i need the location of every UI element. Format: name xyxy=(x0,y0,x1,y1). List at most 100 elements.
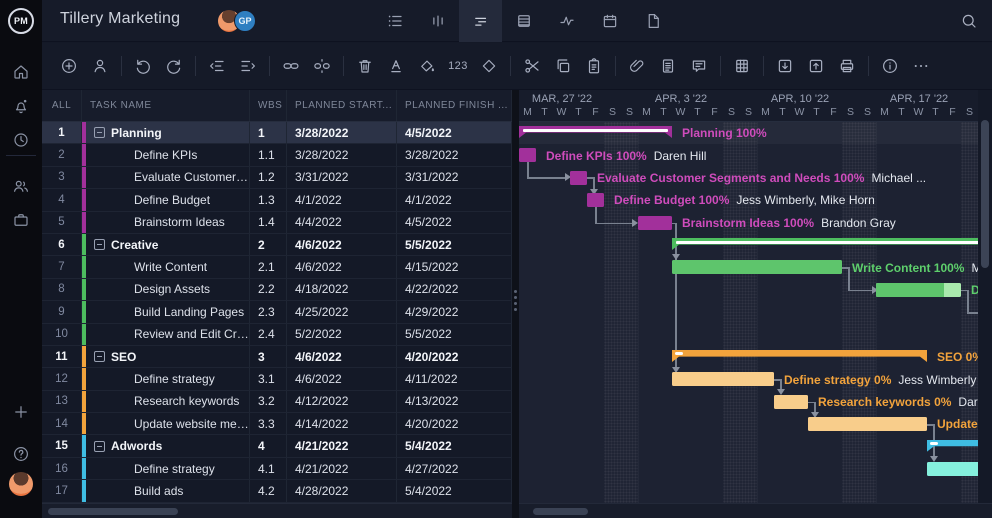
gantt-task-bar[interactable] xyxy=(519,148,536,162)
view-tab-activity[interactable] xyxy=(545,0,588,42)
planned-start-cell[interactable]: 4/14/2022 xyxy=(287,413,397,434)
text-format-button[interactable] xyxy=(383,53,409,79)
cut-button[interactable] xyxy=(519,53,545,79)
task-name-cell[interactable]: Define strategy xyxy=(82,458,250,479)
table-row[interactable]: 7Write Content2.14/6/20224/15/2022 xyxy=(42,256,512,278)
task-name-cell[interactable]: SEO xyxy=(82,346,250,367)
gantt-hscroll-thumb[interactable] xyxy=(533,508,588,515)
columns-button[interactable] xyxy=(729,53,755,79)
planned-start-cell[interactable]: 4/21/2022 xyxy=(287,435,397,456)
gantt-vscroll-thumb[interactable] xyxy=(981,120,989,268)
undo-button[interactable] xyxy=(130,53,156,79)
task-name-cell[interactable]: Define strategy xyxy=(82,368,250,389)
sidebar-add-button[interactable] xyxy=(0,398,42,426)
task-name-cell[interactable]: Build ads xyxy=(82,480,250,501)
collapse-toggle-icon[interactable] xyxy=(94,351,105,362)
delete-button[interactable] xyxy=(352,53,378,79)
gantt-task-bar[interactable] xyxy=(672,372,774,386)
table-row[interactable]: 9Build Landing Pages2.34/25/20224/29/202… xyxy=(42,301,512,323)
view-tab-calendar[interactable] xyxy=(588,0,631,42)
paste-button[interactable] xyxy=(581,53,607,79)
planned-finish-cell[interactable]: 4/20/2022 xyxy=(397,413,512,434)
planned-start-cell[interactable]: 4/25/2022 xyxy=(287,301,397,322)
table-row[interactable]: 1Planning13/28/20224/5/2022 xyxy=(42,122,512,144)
planned-start-cell[interactable]: 4/6/2022 xyxy=(287,346,397,367)
planned-start-cell[interactable]: 3/28/2022 xyxy=(287,122,397,143)
table-row[interactable]: 15Adwords44/21/20225/4/2022 xyxy=(42,435,512,457)
task-name-cell[interactable]: Design Assets xyxy=(82,279,250,300)
redo-button[interactable] xyxy=(161,53,187,79)
view-tab-list[interactable] xyxy=(373,0,416,42)
indent-button[interactable] xyxy=(235,53,261,79)
task-name-cell[interactable]: Define Budget xyxy=(82,189,250,210)
sidebar-notifications-icon[interactable] xyxy=(0,92,42,120)
table-row[interactable]: 5Brainstorm Ideas1.44/4/20224/5/2022 xyxy=(42,212,512,234)
task-name-cell[interactable]: Build Landing Pages xyxy=(82,301,250,322)
task-name-cell[interactable]: Write Content xyxy=(82,256,250,277)
view-tab-sheet[interactable] xyxy=(502,0,545,42)
collapse-toggle-icon[interactable] xyxy=(94,441,105,452)
sidebar-help-button[interactable] xyxy=(0,440,42,468)
add-task-button[interactable] xyxy=(56,53,82,79)
table-row[interactable]: 13Research keywords3.24/12/20224/13/2022 xyxy=(42,391,512,413)
gantt-task-bar[interactable] xyxy=(927,462,978,476)
gantt-task-bar[interactable] xyxy=(808,417,927,431)
fill-color-button[interactable] xyxy=(414,53,440,79)
table-row[interactable]: 11SEO34/6/20224/20/2022 xyxy=(42,346,512,368)
task-name-cell[interactable]: Creative xyxy=(82,234,250,255)
outdent-button[interactable] xyxy=(204,53,230,79)
copy-button[interactable] xyxy=(550,53,576,79)
table-row[interactable]: 2Define KPIs1.13/28/20223/28/2022 xyxy=(42,144,512,166)
gantt-task-bar[interactable] xyxy=(587,193,604,207)
user-avatar-initials[interactable]: GP xyxy=(234,10,256,32)
planned-start-cell[interactable]: 3/31/2022 xyxy=(287,167,397,188)
planned-finish-cell[interactable]: 4/22/2022 xyxy=(397,279,512,300)
link-tasks-button[interactable] xyxy=(278,53,304,79)
planned-start-cell[interactable]: 3/28/2022 xyxy=(287,144,397,165)
column-header-planned-finish[interactable]: PLANNED FINISH ... xyxy=(397,90,512,121)
gantt-summary-bar[interactable] xyxy=(672,238,978,250)
column-header-all[interactable]: ALL xyxy=(42,90,82,121)
planned-finish-cell[interactable]: 5/5/2022 xyxy=(397,234,512,255)
planned-finish-cell[interactable]: 4/11/2022 xyxy=(397,368,512,389)
planned-finish-cell[interactable]: 5/4/2022 xyxy=(397,480,512,501)
view-tab-files[interactable] xyxy=(631,0,674,42)
planned-finish-cell[interactable]: 4/15/2022 xyxy=(397,256,512,277)
gantt-task-bar[interactable] xyxy=(672,260,842,274)
collapse-toggle-icon[interactable] xyxy=(94,239,105,250)
planned-start-cell[interactable]: 4/12/2022 xyxy=(287,391,397,412)
sidebar-recent-icon[interactable] xyxy=(0,126,42,154)
table-row[interactable]: 14Update website met...3.34/14/20224/20/… xyxy=(42,413,512,435)
assign-user-button[interactable] xyxy=(87,53,113,79)
planned-finish-cell[interactable]: 4/13/2022 xyxy=(397,391,512,412)
gantt-task-bar[interactable] xyxy=(774,395,808,409)
pane-splitter[interactable] xyxy=(512,90,519,518)
import-button[interactable] xyxy=(772,53,798,79)
view-tab-gantt[interactable] xyxy=(459,0,502,42)
gantt-summary-bar[interactable] xyxy=(672,350,927,362)
planned-start-cell[interactable]: 4/1/2022 xyxy=(287,189,397,210)
notes-button[interactable] xyxy=(655,53,681,79)
attachment-button[interactable] xyxy=(624,53,650,79)
task-name-cell[interactable]: Review and Edit Cre... xyxy=(82,324,250,345)
sidebar-work-icon[interactable] xyxy=(0,206,42,234)
planned-finish-cell[interactable]: 4/27/2022 xyxy=(397,458,512,479)
sidebar-team-icon[interactable] xyxy=(0,172,42,200)
sidebar-home-icon[interactable] xyxy=(0,58,42,86)
collapse-toggle-icon[interactable] xyxy=(94,127,105,138)
column-header-planned-start[interactable]: PLANNED START... xyxy=(287,90,397,121)
task-name-cell[interactable]: Evaluate Customer ... xyxy=(82,167,250,188)
table-row[interactable]: 3Evaluate Customer ...1.23/31/20223/31/2… xyxy=(42,167,512,189)
task-name-cell[interactable]: Update website met... xyxy=(82,413,250,434)
table-row[interactable]: 8Design Assets2.24/18/20224/22/2022 xyxy=(42,279,512,301)
unlink-tasks-button[interactable] xyxy=(309,53,335,79)
view-tab-board[interactable] xyxy=(416,0,459,42)
print-button[interactable] xyxy=(834,53,860,79)
search-button[interactable] xyxy=(948,0,990,42)
planned-start-cell[interactable]: 4/6/2022 xyxy=(287,368,397,389)
sidebar-profile-avatar[interactable] xyxy=(9,472,33,496)
planned-finish-cell[interactable]: 5/5/2022 xyxy=(397,324,512,345)
planned-finish-cell[interactable]: 4/5/2022 xyxy=(397,122,512,143)
table-row[interactable]: 4Define Budget1.34/1/20224/1/2022 xyxy=(42,189,512,211)
planned-start-cell[interactable]: 4/6/2022 xyxy=(287,256,397,277)
